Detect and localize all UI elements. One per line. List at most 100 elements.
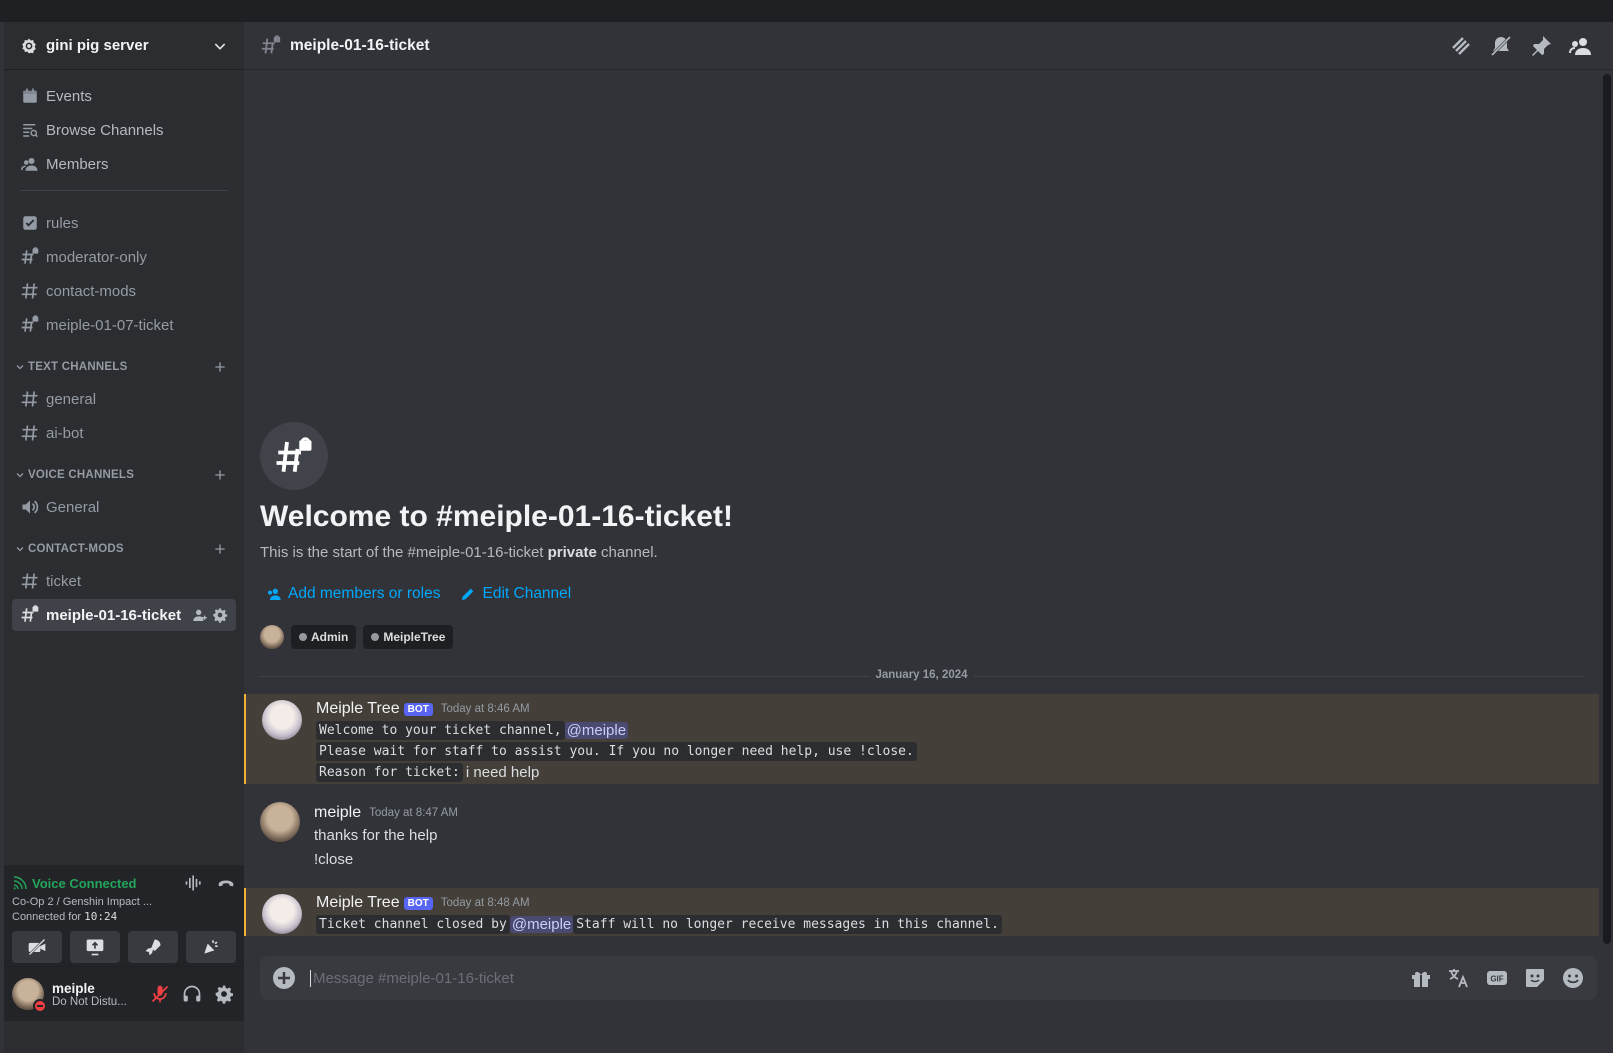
server-header[interactable]: gini pig server bbox=[4, 22, 244, 70]
sidebar-item-browse-channels[interactable]: Browse Channels bbox=[12, 114, 236, 146]
create-channel-plus-icon[interactable] bbox=[212, 541, 228, 557]
speaker-icon bbox=[20, 497, 40, 517]
voice-channel-name[interactable]: Co-Op 2 / Genshin Impact ... bbox=[12, 896, 236, 908]
gift-icon[interactable] bbox=[1409, 966, 1433, 990]
pin-icon[interactable] bbox=[1529, 34, 1553, 58]
avatar[interactable] bbox=[260, 802, 300, 842]
channel-title: meiple-01-16-ticket bbox=[290, 36, 430, 54]
activities-button[interactable] bbox=[128, 931, 178, 963]
category-contact-mods[interactable]: CONTACT-MODS bbox=[12, 537, 236, 561]
code-text: Reason for ticket: bbox=[316, 763, 463, 782]
add-attachment-icon[interactable] bbox=[272, 966, 296, 990]
chevron-down-icon bbox=[16, 365, 24, 370]
message[interactable]: meiple Today at 8:47 AM thanks for the h… bbox=[244, 802, 1599, 878]
channel-rules[interactable]: rules bbox=[12, 207, 236, 239]
user-status: Do Not Distu... bbox=[52, 995, 127, 1008]
divider bbox=[20, 190, 228, 191]
mic-muted-icon[interactable] bbox=[150, 984, 170, 1004]
sticker-icon[interactable] bbox=[1523, 966, 1547, 990]
add-members-link[interactable]: Add members or roles bbox=[266, 585, 440, 603]
message[interactable]: Meiple Tree BOT Today at 8:48 AM Ticket … bbox=[244, 888, 1599, 936]
welcome-subtitle-end: channel. bbox=[596, 544, 658, 561]
channel-meiple-01-16-ticket[interactable]: meiple-01-16-ticket bbox=[12, 599, 236, 631]
role-pill-meipletree[interactable]: MeipleTree bbox=[363, 625, 454, 649]
channel-actions bbox=[192, 607, 228, 623]
disconnect-icon[interactable] bbox=[216, 873, 236, 893]
gear-icon[interactable] bbox=[212, 607, 228, 623]
welcome-subtitle-bold: private bbox=[547, 544, 597, 561]
threads-icon[interactable] bbox=[1449, 34, 1473, 58]
bot-badge: BOT bbox=[403, 896, 433, 910]
sidebar-item-events[interactable]: Events bbox=[12, 80, 236, 112]
scrollbar[interactable] bbox=[1603, 74, 1611, 944]
message-list[interactable]: Welcome to #meiple-01-16-ticket! This is… bbox=[244, 70, 1599, 1053]
voice-channel-general[interactable]: General bbox=[12, 491, 236, 523]
voice-connected-time: Connected for 10:24 bbox=[12, 910, 236, 923]
emoji-icon[interactable] bbox=[1561, 966, 1585, 990]
noise-suppression-icon[interactable] bbox=[184, 873, 204, 893]
hash-icon bbox=[20, 389, 40, 409]
channel-label: general bbox=[46, 390, 97, 408]
message-timestamp: Today at 8:46 AM bbox=[440, 703, 530, 715]
locked-hash-icon bbox=[20, 315, 40, 335]
locked-hash-icon bbox=[276, 437, 312, 472]
member-list-icon[interactable] bbox=[1569, 34, 1593, 58]
channel-label: rules bbox=[46, 214, 79, 232]
create-channel-plus-icon[interactable] bbox=[212, 467, 228, 483]
create-channel-plus-icon[interactable] bbox=[212, 359, 228, 375]
user-mention[interactable]: @meiple bbox=[509, 916, 574, 933]
gif-icon[interactable]: GIF bbox=[1485, 966, 1509, 990]
message-timestamp: Today at 8:47 AM bbox=[369, 807, 459, 819]
channel-meiple-01-07-ticket[interactable]: meiple-01-07-ticket bbox=[12, 309, 236, 341]
avatar[interactable] bbox=[262, 894, 302, 934]
message-author[interactable]: Meiple Tree bbox=[316, 700, 400, 718]
channel-sidebar: gini pig server Events Browse Channels M… bbox=[4, 22, 244, 1053]
welcome-title: Welcome to #meiple-01-16-ticket! bbox=[260, 500, 733, 533]
user-mention[interactable]: @meiple bbox=[564, 722, 629, 739]
role-label: Admin bbox=[311, 630, 349, 644]
chat-area: meiple-01-16-ticket Welcome to #meiple-0… bbox=[244, 22, 1613, 1053]
channel-ai-bot[interactable]: ai-bot bbox=[12, 417, 236, 449]
avatar[interactable] bbox=[12, 978, 47, 1013]
channel-label: contact-mods bbox=[46, 282, 137, 300]
channel-contact-mods[interactable]: contact-mods bbox=[12, 275, 236, 307]
channel-ticket[interactable]: ticket bbox=[12, 565, 236, 597]
camera-off-button[interactable] bbox=[12, 931, 62, 963]
message-author[interactable]: meiple bbox=[314, 804, 361, 822]
invite-member-icon[interactable] bbox=[192, 607, 208, 623]
screen-share-button[interactable] bbox=[70, 931, 120, 963]
code-text: Staff will no longer receive messages in… bbox=[573, 915, 1002, 934]
gear-icon[interactable] bbox=[214, 984, 234, 1004]
notification-bell-muted-icon[interactable] bbox=[1489, 34, 1513, 58]
message-author[interactable]: Meiple Tree bbox=[316, 894, 400, 912]
category-text-channels[interactable]: TEXT CHANNELS bbox=[12, 355, 236, 379]
channel-members: Admin MeipleTree bbox=[260, 625, 733, 649]
category-voice-channels[interactable]: VOICE CHANNELS bbox=[12, 463, 236, 487]
voice-status[interactable]: Voice Connected bbox=[32, 876, 184, 891]
message-composer: GIF bbox=[260, 956, 1597, 1000]
role-label: MeipleTree bbox=[383, 630, 446, 644]
sidebar-item-members[interactable]: Members bbox=[12, 148, 236, 180]
channel-moderator-only[interactable]: moderator-only bbox=[12, 241, 236, 273]
channel-general[interactable]: general bbox=[12, 383, 236, 415]
welcome-subtitle-text: This is the start of the #meiple-01-16-t… bbox=[260, 544, 548, 561]
soundboard-button[interactable] bbox=[186, 931, 236, 963]
connected-label: Connected for bbox=[12, 911, 85, 923]
role-pill-admin[interactable]: Admin bbox=[291, 625, 357, 649]
category-label: CONTACT-MODS bbox=[28, 543, 124, 555]
user-info[interactable]: meiple Do Not Distu... bbox=[52, 981, 150, 1008]
headphones-icon[interactable] bbox=[182, 984, 202, 1004]
code-text: Please wait for staff to assist you. If … bbox=[316, 742, 917, 761]
discord-app: gini pig server Events Browse Channels M… bbox=[0, 22, 1613, 1053]
member-avatar[interactable] bbox=[260, 625, 284, 649]
channel-label: ai-bot bbox=[46, 424, 84, 442]
edit-channel-link[interactable]: Edit Channel bbox=[460, 585, 571, 603]
message[interactable]: Meiple Tree BOT Today at 8:46 AM Welcome… bbox=[244, 694, 1599, 784]
translate-icon[interactable] bbox=[1447, 966, 1471, 990]
channel-label: ticket bbox=[46, 572, 82, 590]
message-input[interactable] bbox=[310, 969, 1409, 987]
date-separator: January 16, 2024 bbox=[260, 669, 1583, 681]
locked-hash-icon bbox=[20, 247, 40, 267]
avatar[interactable] bbox=[262, 700, 302, 740]
hash-icon bbox=[20, 571, 40, 591]
